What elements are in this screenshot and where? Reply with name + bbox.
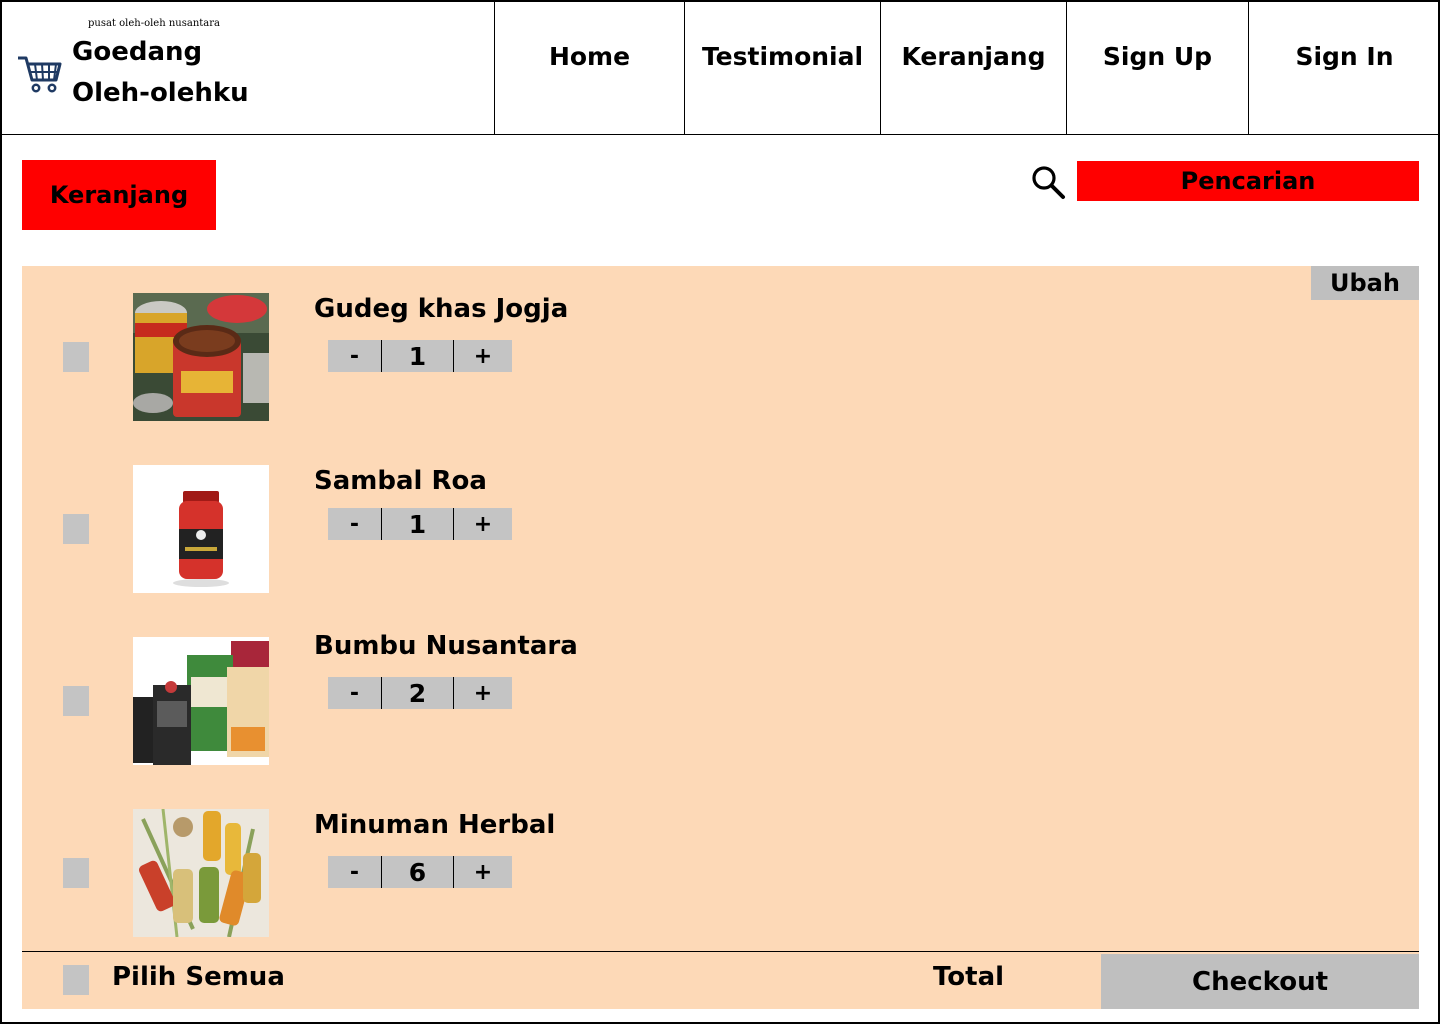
nav-testimonial[interactable]: Testimonial <box>685 0 881 134</box>
increase-button[interactable]: + <box>454 856 512 888</box>
nav-sign-in-label: Sign In <box>1295 42 1394 71</box>
item-checkbox[interactable] <box>63 858 89 888</box>
page-title: Keranjang <box>22 160 216 230</box>
search-input[interactable] <box>1077 161 1419 201</box>
decrease-button[interactable]: - <box>328 856 382 888</box>
quantity-stepper: - 1 + <box>328 340 512 372</box>
item-checkbox[interactable] <box>63 514 89 544</box>
product-name: Sambal Roa <box>314 466 487 496</box>
decrease-button[interactable]: - <box>328 508 382 540</box>
decrease-button[interactable]: - <box>328 340 382 372</box>
quantity-value[interactable]: 1 <box>382 340 454 372</box>
nav-keranjang[interactable]: Keranjang <box>881 0 1067 134</box>
brand-name: Goedang Oleh-olehku <box>72 32 372 114</box>
search-icon[interactable] <box>1030 164 1066 200</box>
site-header: pusat oleh-oleh nusantara Goedang Oleh-o… <box>0 0 1440 135</box>
nav-home[interactable]: Home <box>495 0 685 134</box>
footer-divider <box>22 951 1419 952</box>
brand-name-line1: Goedang <box>72 37 203 67</box>
quantity-stepper: - 1 + <box>328 508 512 540</box>
item-checkbox[interactable] <box>63 342 89 372</box>
nav-home-label: Home <box>548 42 631 71</box>
product-image-sambal <box>133 465 269 593</box>
product-image-gudeg <box>133 293 269 421</box>
edit-button[interactable]: Ubah <box>1311 266 1419 300</box>
select-all-label[interactable]: Pilih Semua <box>112 962 285 992</box>
total-label: Total <box>933 962 1005 992</box>
quantity-value[interactable]: 1 <box>382 508 454 540</box>
brand-block[interactable]: pusat oleh-oleh nusantara Goedang Oleh-o… <box>0 0 495 135</box>
quantity-value[interactable]: 2 <box>382 677 454 709</box>
product-name: Minuman Herbal <box>314 810 556 840</box>
item-checkbox[interactable] <box>63 686 89 716</box>
brand-name-line2: Oleh-olehku <box>72 78 249 108</box>
nav-sign-up[interactable]: Sign Up <box>1067 0 1249 134</box>
product-image-bumbu <box>133 637 269 765</box>
nav-sign-in[interactable]: Sign In <box>1249 0 1440 134</box>
brand-tagline: pusat oleh-oleh nusantara <box>88 18 220 29</box>
product-image-herbal <box>133 809 269 937</box>
select-all-checkbox[interactable] <box>63 965 89 995</box>
checkout-button[interactable]: Checkout <box>1101 954 1419 1009</box>
product-name: Bumbu Nusantara <box>314 631 578 661</box>
quantity-stepper: - 6 + <box>328 856 512 888</box>
shopping-cart-icon <box>18 56 62 93</box>
quantity-stepper: - 2 + <box>328 677 512 709</box>
nav-keranjang-label: Keranjang <box>901 42 1046 71</box>
product-name: Gudeg khas Jogja <box>314 294 569 324</box>
nav-testimonial-label: Testimonial <box>701 42 864 71</box>
increase-button[interactable]: + <box>454 508 512 540</box>
nav-sign-up-label: Sign Up <box>1102 42 1213 71</box>
decrease-button[interactable]: - <box>328 677 382 709</box>
quantity-value[interactable]: 6 <box>382 856 454 888</box>
increase-button[interactable]: + <box>454 340 512 372</box>
increase-button[interactable]: + <box>454 677 512 709</box>
